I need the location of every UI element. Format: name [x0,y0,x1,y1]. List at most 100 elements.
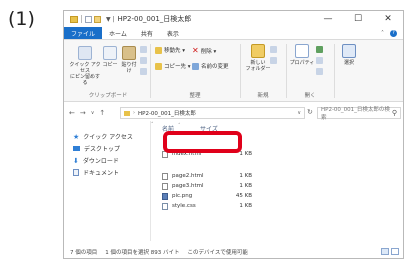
html-file-icon [162,172,168,180]
ribbon-tabs: ファイル ホーム 共有 表示 ˄ ? [64,27,403,39]
address-field[interactable]: › HP2-00_001_日検太郎 ∨ [120,107,305,119]
nav-item-downloads[interactable]: ⬇ ダウンロード [73,156,119,166]
open-group-label: 開く [304,93,316,99]
ribbon: クイック アクセス にピン留めする コピー 貼り付け クリップボード 移動先 ▾… [64,39,403,102]
refresh-icon[interactable]: ↻ [307,108,313,116]
minimize-button[interactable]: — [313,11,343,27]
rename-button[interactable]: 名前の変更 [192,62,229,70]
details-view-icon[interactable] [381,248,389,255]
properties-icon [295,44,309,58]
rename-icon [192,62,199,70]
file-name: page2.html [172,173,204,179]
tab-home[interactable]: ホーム [102,27,134,39]
nav-item-desktop[interactable]: デスクトップ [73,144,120,153]
nav-item-documents[interactable]: ドキュメント [73,168,119,177]
file-name: style.css [172,203,196,209]
new-folder-icon [251,44,265,58]
delete-button[interactable]: ✕ 削除 ▾ [192,46,216,55]
move-to-button[interactable]: 移動先 ▾ [155,46,185,54]
history-button[interactable] [316,68,323,75]
css-file-icon [162,202,168,210]
organize-group-label: 整理 [189,93,201,99]
star-icon: ★ [73,132,80,141]
file-size: 1 KB [239,203,252,209]
paste-icon [122,46,136,60]
recent-locations-icon[interactable]: ∨ [91,110,95,116]
open-button[interactable] [316,46,323,53]
copy-path-button[interactable] [140,57,147,64]
file-name: page3.html [172,183,204,189]
paste-shortcut-icon [140,68,147,75]
search-input[interactable]: HP2-00_001_日検太郎の検索 ⚲ [317,107,401,121]
edit-button[interactable] [316,57,323,64]
folder-icon [124,110,130,116]
delete-icon: ✕ [192,46,199,55]
status-selected: 1 個の項目を選択 893 バイト [105,249,180,256]
copy-to-button[interactable]: コピー先 ▾ [155,62,191,70]
html-file-icon [162,182,168,190]
file-row-style[interactable]: style.css 1 KB [162,201,257,211]
search-placeholder: HP2-00_001_日検太郎の検索 [321,107,390,121]
help-icon[interactable]: ? [390,29,397,37]
file-row-page2[interactable]: page2.html 1 KB [162,171,257,181]
title-bar: ▼ | HP2-00_001_日検太郎 — ☐ ✕ [64,11,403,27]
close-button[interactable]: ✕ [373,11,403,27]
large-icons-view-icon[interactable] [391,248,399,255]
file-size: 1 KB [239,183,252,189]
navigation-pane: ★ クイック アクセス デスクトップ ⬇ ダウンロード ドキュメント ˄ [64,121,154,241]
file-size: 45 KB [235,193,252,199]
clipboard-group-label: クリップボード [88,93,128,99]
window-title: HP2-00_001_日検太郎 [117,15,192,23]
file-row-pic[interactable]: pic.png 45 KB [162,191,257,201]
pin-label: クイック アクセス にピン留めする [69,62,101,86]
status-item-count: 7 個の項目 [70,249,98,256]
file-row-page3[interactable]: page3.html 1 KB [162,181,257,191]
easy-access-button[interactable] [270,57,277,64]
paste-button[interactable]: 貼り付け [120,46,138,74]
move-to-icon [155,46,162,54]
quick-access-newfolder-icon[interactable] [94,15,101,23]
quick-access-properties-icon[interactable] [85,15,92,23]
new-folder-button[interactable]: 新しい フォルダー [244,44,272,72]
pin-quick-access-button[interactable]: クイック アクセス にピン留めする [68,46,102,86]
ribbon-expand-icon[interactable]: ˄ [381,30,384,37]
copy-to-icon [155,62,162,70]
customize-quick-access-icon[interactable]: ▼ | [106,16,115,23]
select-button[interactable]: 選択 [338,44,360,66]
open-icon [316,46,323,53]
status-availability: このデバイスで使用可能 [187,249,248,256]
file-size: 1 KB [239,173,252,179]
sort-ascending-icon: ˄ [178,123,181,129]
select-icon [342,44,356,58]
png-file-icon [162,192,168,200]
copy-button[interactable]: コピー [102,46,118,68]
easy-access-icon [270,57,277,64]
search-icon: ⚲ [391,109,397,117]
file-name: pic.png [172,193,193,199]
back-icon[interactable]: ← [69,109,75,117]
up-icon[interactable]: ↑ [99,109,105,117]
download-icon: ⬇ [73,156,79,165]
folder-icon [70,15,78,23]
cut-icon [140,46,147,53]
address-bar-row: ← → ∨ ↑ › HP2-00_001_日検太郎 ∨ ↻ HP2-00_001… [64,106,403,121]
cut-button[interactable] [140,46,147,53]
address-path: HP2-00_001_日検太郎 [138,111,196,117]
scroll-up-icon[interactable]: ˄ [151,122,154,128]
nav-item-quick-access[interactable]: ★ クイック アクセス [73,132,133,142]
properties-button[interactable]: プロパティ [288,44,316,66]
history-icon [316,68,323,75]
nav-scrollbar[interactable]: ˄ [150,121,155,241]
forward-icon[interactable]: → [80,109,86,117]
maximize-button[interactable]: ☐ [343,11,373,27]
status-bar: 7 個の項目 1 個の項目を選択 893 バイト このデバイスで使用可能 [64,245,403,258]
tab-view[interactable]: 表示 [160,27,186,39]
tab-share[interactable]: 共有 [134,27,160,39]
address-dropdown-icon[interactable]: ∨ [297,110,301,116]
tab-file[interactable]: ファイル [64,27,103,39]
edit-icon [316,57,323,64]
new-item-button[interactable] [270,46,277,53]
highlight-box [163,131,242,153]
paste-shortcut-button[interactable] [140,68,147,75]
document-icon [73,169,79,176]
